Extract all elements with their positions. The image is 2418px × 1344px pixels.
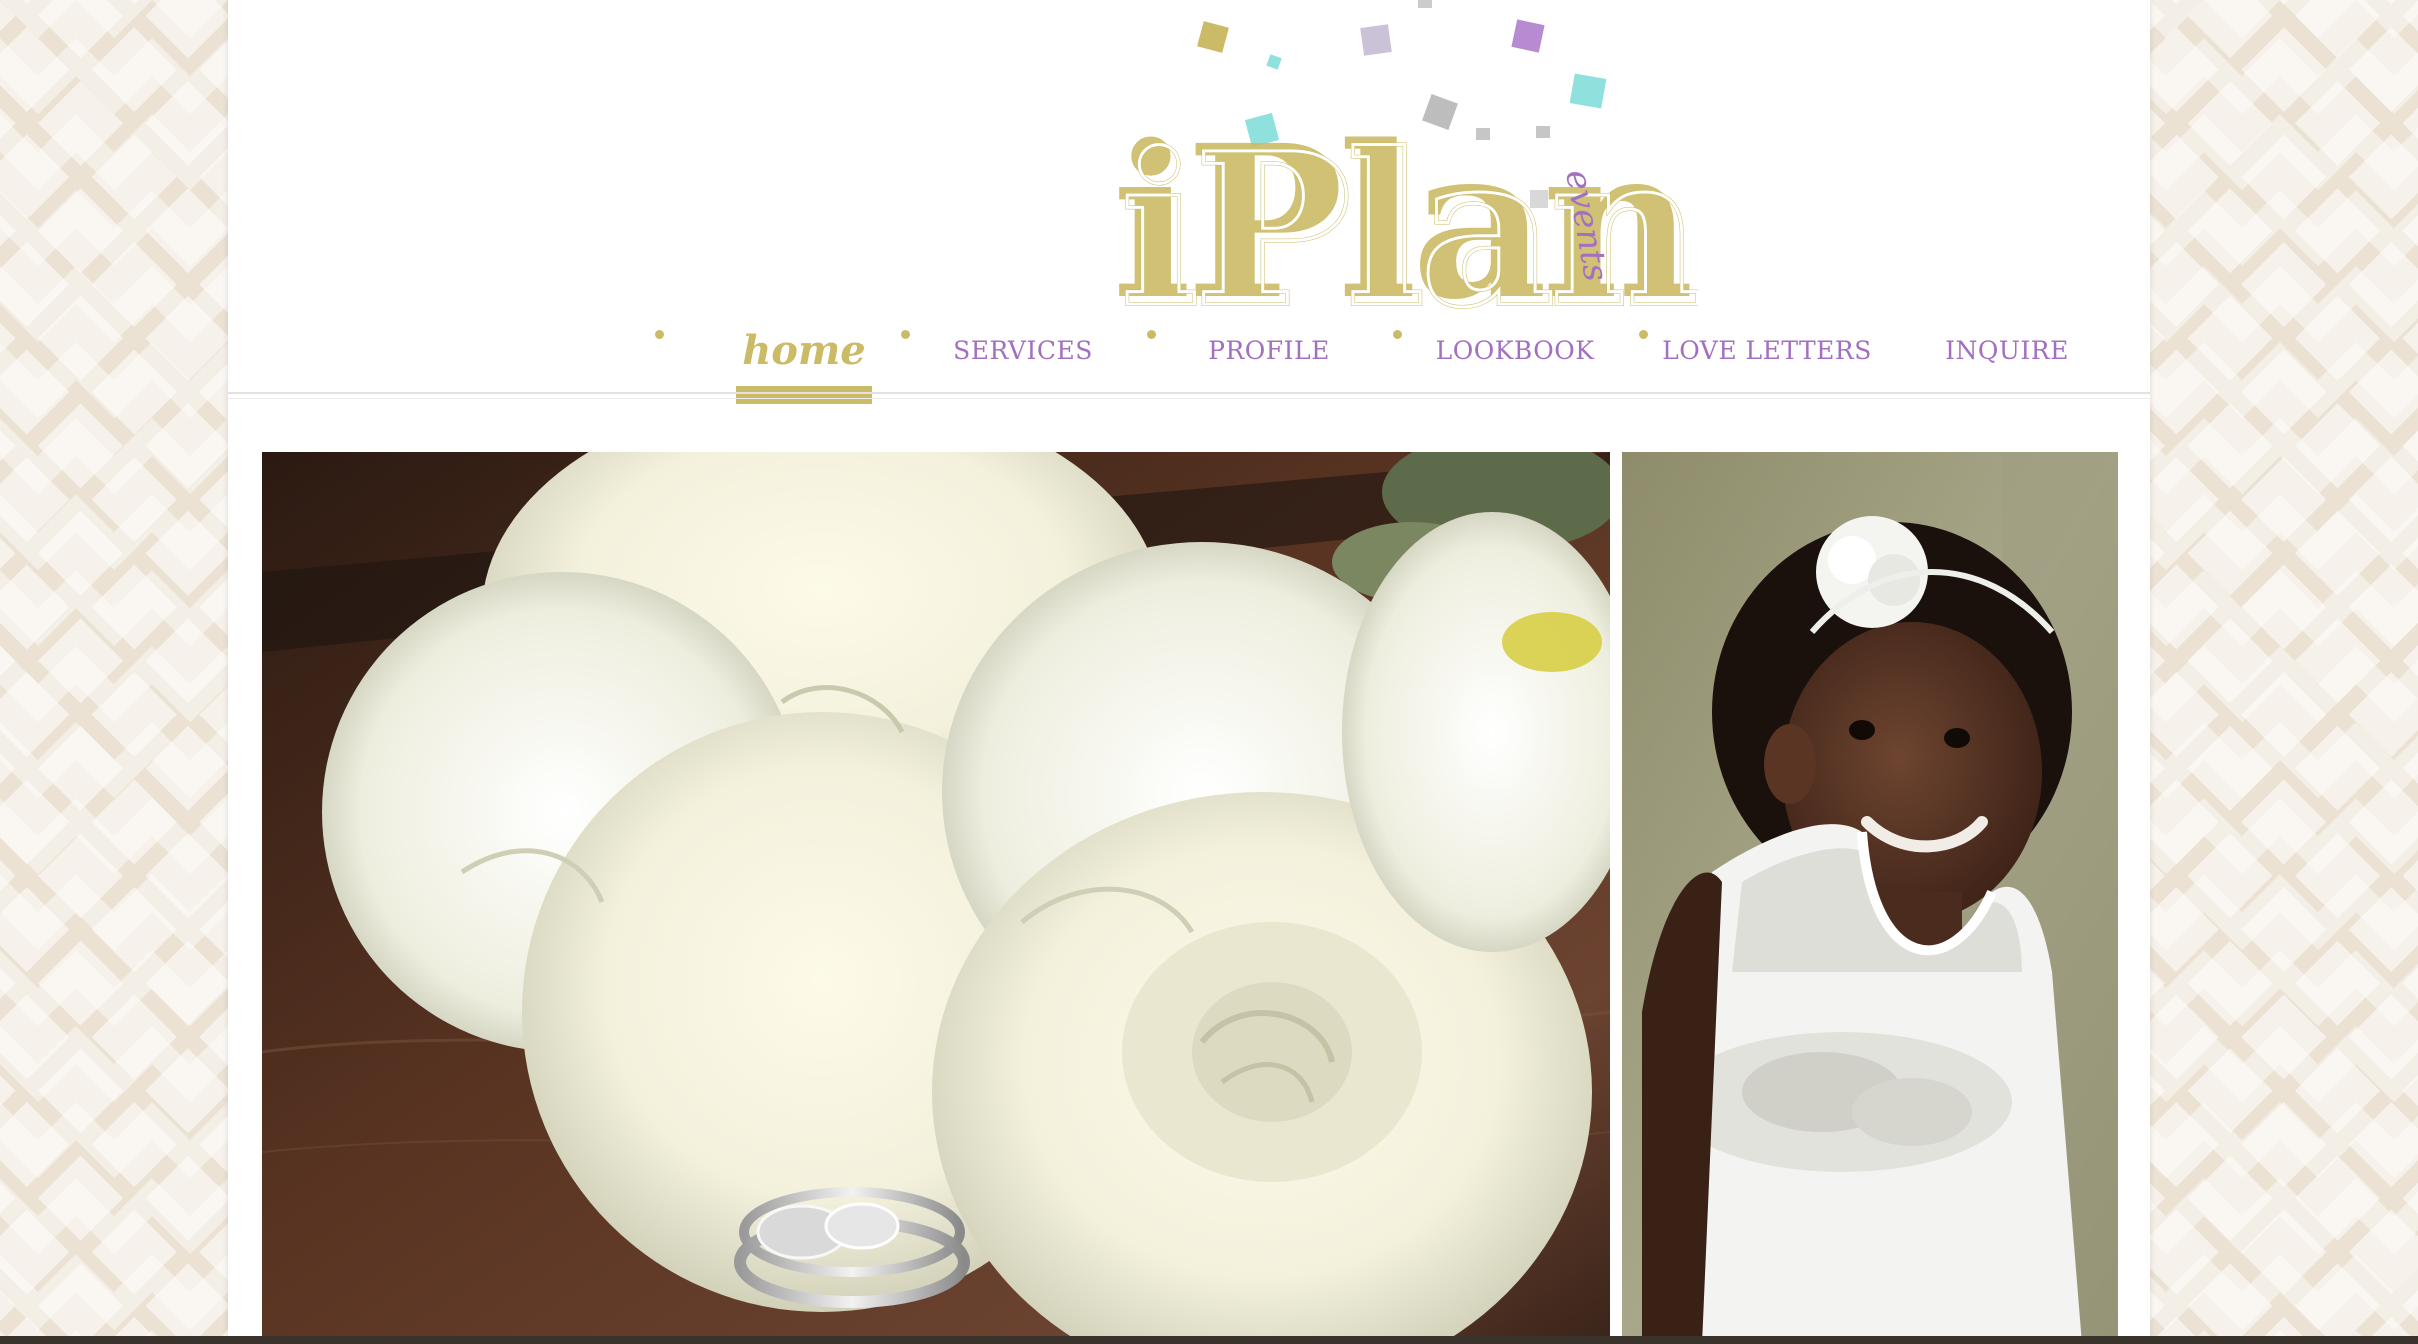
nav-label-services: SERVICES	[953, 335, 1093, 365]
nav-label-love-letters: LOVE LETTERS	[1662, 335, 1872, 365]
roses-image	[262, 452, 1610, 1344]
dot-icon	[1393, 330, 1402, 339]
dot-icon	[1639, 330, 1648, 339]
nav-item-home[interactable]: home	[736, 300, 872, 404]
active-indicator	[736, 386, 872, 404]
nav-label-home: home	[742, 326, 866, 374]
svg-text:iPlan: iPlan	[1120, 107, 1698, 320]
dot-icon	[655, 330, 664, 339]
nav-item-lookbook[interactable]: LOOKBOOK	[1420, 300, 1610, 400]
flower-girl-image	[1622, 452, 2118, 1344]
nav-label-profile: PROFILE	[1208, 335, 1330, 365]
wordmark-logo: iPlan iPlan iPlan	[1112, 99, 1706, 356]
dot-icon	[901, 330, 910, 339]
nav-item-inquire[interactable]: INQUIRE	[1912, 300, 2102, 400]
logo-graphic: iPlan iPlan iPlan events	[1112, 0, 1706, 356]
nav-label-lookbook: LOOKBOOK	[1435, 335, 1595, 365]
site-logo[interactable]: iPlan iPlan iPlan events	[878, 0, 1706, 356]
dot-icon	[1147, 330, 1156, 339]
flower-girl-in-white-dress-photo[interactable]	[1622, 452, 2118, 1344]
header-divider	[228, 398, 2150, 399]
page-container: iPlan iPlan iPlan events home SERVICES P…	[228, 0, 2150, 1344]
header-divider	[228, 392, 2150, 394]
bottom-bar	[0, 1336, 2418, 1344]
white-roses-and-wedding-rings-photo[interactable]	[262, 452, 1610, 1344]
nav-item-services[interactable]: SERVICES	[928, 300, 1118, 400]
nav-label-inquire: INQUIRE	[1945, 335, 2069, 365]
nav-item-profile[interactable]: PROFILE	[1174, 300, 1364, 400]
nav-item-love-letters[interactable]: LOVE LETTERS	[1652, 300, 1882, 400]
